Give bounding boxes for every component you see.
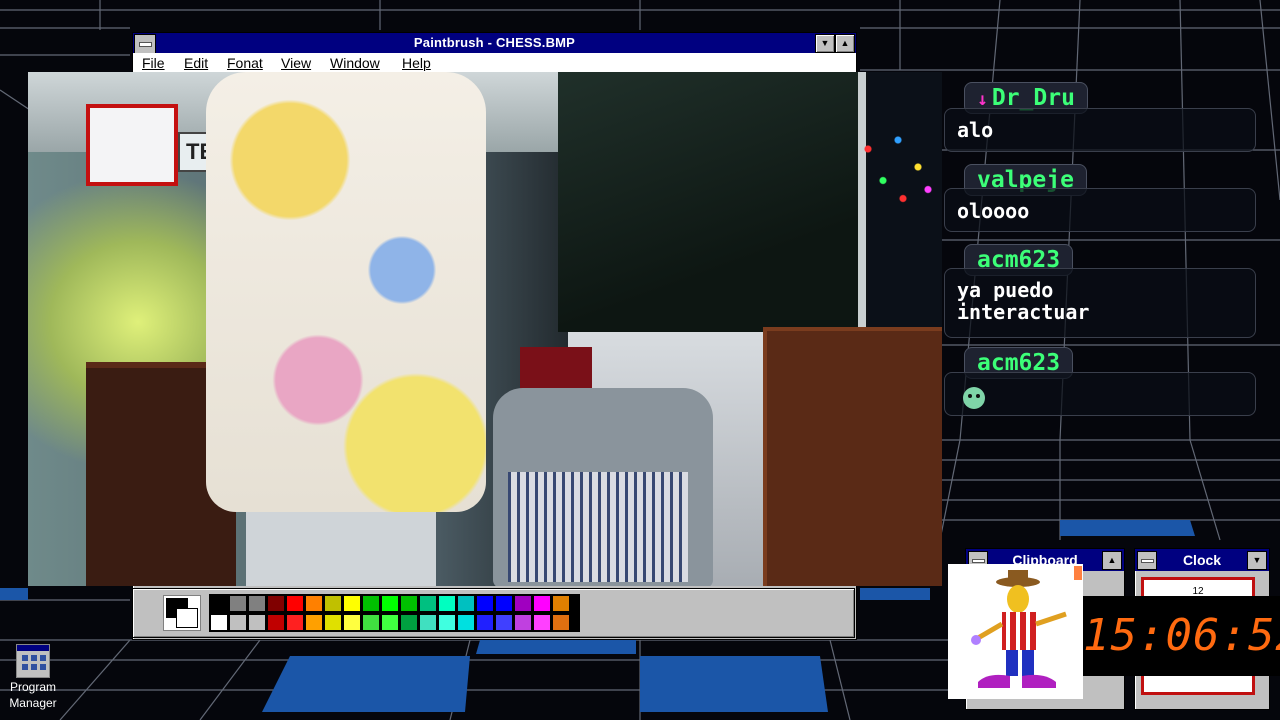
palette-swatch[interactable] xyxy=(552,595,570,612)
palette-swatch[interactable] xyxy=(438,595,456,612)
palette-swatch[interactable] xyxy=(400,614,418,631)
palette-swatch[interactable] xyxy=(381,595,399,612)
palette-swatch[interactable] xyxy=(210,614,228,631)
palette-swatch[interactable] xyxy=(248,595,266,612)
menu-view[interactable]: View xyxy=(281,55,311,71)
chat-message: oloooo xyxy=(944,188,1256,232)
chat-overlay: ↓ Dr_Dru alo valpeje oloooo acm623 ya pue… xyxy=(944,82,1264,422)
desktop-icon-label-line2[interactable]: Manager xyxy=(6,696,60,710)
poster xyxy=(86,104,178,186)
palette-swatch[interactable] xyxy=(495,595,513,612)
palette-swatch[interactable] xyxy=(267,595,285,612)
digital-clock: 15:06:52 xyxy=(1083,596,1280,676)
menu-help[interactable]: Help xyxy=(402,55,431,71)
chat-message: alo xyxy=(944,108,1256,152)
chat-message-text: alo xyxy=(957,118,994,142)
person-jacket xyxy=(206,72,486,512)
palette-swatch[interactable] xyxy=(305,595,323,612)
menu-bar: File Edit Fonat View Window Help xyxy=(133,53,856,74)
palette-swatch[interactable] xyxy=(229,595,247,612)
maximize-button[interactable]: ▲ xyxy=(835,34,855,53)
person-pants xyxy=(246,502,436,586)
plaid-cushion xyxy=(508,472,688,582)
title-bar[interactable]: Paintbrush - CHESS.BMP ▼ ▲ xyxy=(133,33,856,54)
program-manager-desktop-icon[interactable]: Program Manager xyxy=(6,644,60,710)
clipboard-maximize-button[interactable]: ▲ xyxy=(1102,551,1122,570)
palette-swatch[interactable] xyxy=(400,595,418,612)
palette-swatch[interactable] xyxy=(343,614,361,631)
webcam-canvas[interactable]: TELC xyxy=(28,72,942,586)
palette-swatch[interactable] xyxy=(476,614,494,631)
palette-swatch[interactable] xyxy=(533,595,551,612)
palette-swatch[interactable] xyxy=(267,614,285,631)
christmas-lights xyxy=(848,122,942,212)
menu-window[interactable]: Window xyxy=(330,55,380,71)
wooden-shelf xyxy=(763,327,942,586)
palette-swatch[interactable] xyxy=(495,614,513,631)
menu-file[interactable]: File xyxy=(142,55,165,71)
clock-system-menu[interactable] xyxy=(1137,551,1157,570)
menu-font[interactable]: Fonat xyxy=(227,55,263,71)
palette-swatch[interactable] xyxy=(324,614,342,631)
minimize-button[interactable]: ▼ xyxy=(815,34,835,53)
current-colors[interactable] xyxy=(163,595,201,631)
color-palette xyxy=(132,588,855,638)
palette-swatch[interactable] xyxy=(438,614,456,631)
palette-swatch[interactable] xyxy=(210,595,228,612)
down-arrow-icon: ↓ xyxy=(977,89,988,110)
palette-swatch[interactable] xyxy=(476,595,494,612)
palette-swatch[interactable] xyxy=(305,614,323,631)
menu-edit[interactable]: Edit xyxy=(184,55,208,71)
chat-message: ya puedo interactuar xyxy=(944,268,1256,338)
palette-swatch[interactable] xyxy=(533,614,551,631)
palette-swatches xyxy=(209,594,580,632)
palette-swatch[interactable] xyxy=(229,614,247,631)
palette-swatch[interactable] xyxy=(419,595,437,612)
palette-swatch[interactable] xyxy=(514,595,532,612)
clock-minimize-button[interactable]: ▼ xyxy=(1247,551,1267,570)
palette-swatch[interactable] xyxy=(552,614,570,631)
palette-swatch[interactable] xyxy=(324,595,342,612)
palette-swatch[interactable] xyxy=(362,614,380,631)
red-crate xyxy=(520,347,592,389)
palette-swatch[interactable] xyxy=(381,614,399,631)
palette-swatch[interactable] xyxy=(457,614,475,631)
alien-emote-icon xyxy=(963,387,985,409)
cowboy-sticker-image xyxy=(948,564,1083,699)
program-manager-icon[interactable] xyxy=(16,644,50,678)
palette-swatch[interactable] xyxy=(286,595,304,612)
desktop-icon-label-line1[interactable]: Program xyxy=(6,680,60,694)
palette-swatch[interactable] xyxy=(514,614,532,631)
chat-message-text: oloooo xyxy=(957,199,1030,223)
palette-swatch[interactable] xyxy=(248,614,266,631)
background-color[interactable] xyxy=(176,608,198,628)
chat-message-text: ya puedo interactuar xyxy=(957,278,1090,324)
room-window xyxy=(558,72,866,332)
chat-message xyxy=(944,372,1256,416)
window-title: Paintbrush - CHESS.BMP xyxy=(413,35,576,50)
palette-swatch[interactable] xyxy=(343,595,361,612)
palette-swatch[interactable] xyxy=(419,614,437,631)
palette-swatch[interactable] xyxy=(286,614,304,631)
palette-swatch[interactable] xyxy=(362,595,380,612)
palette-swatch[interactable] xyxy=(457,595,475,612)
